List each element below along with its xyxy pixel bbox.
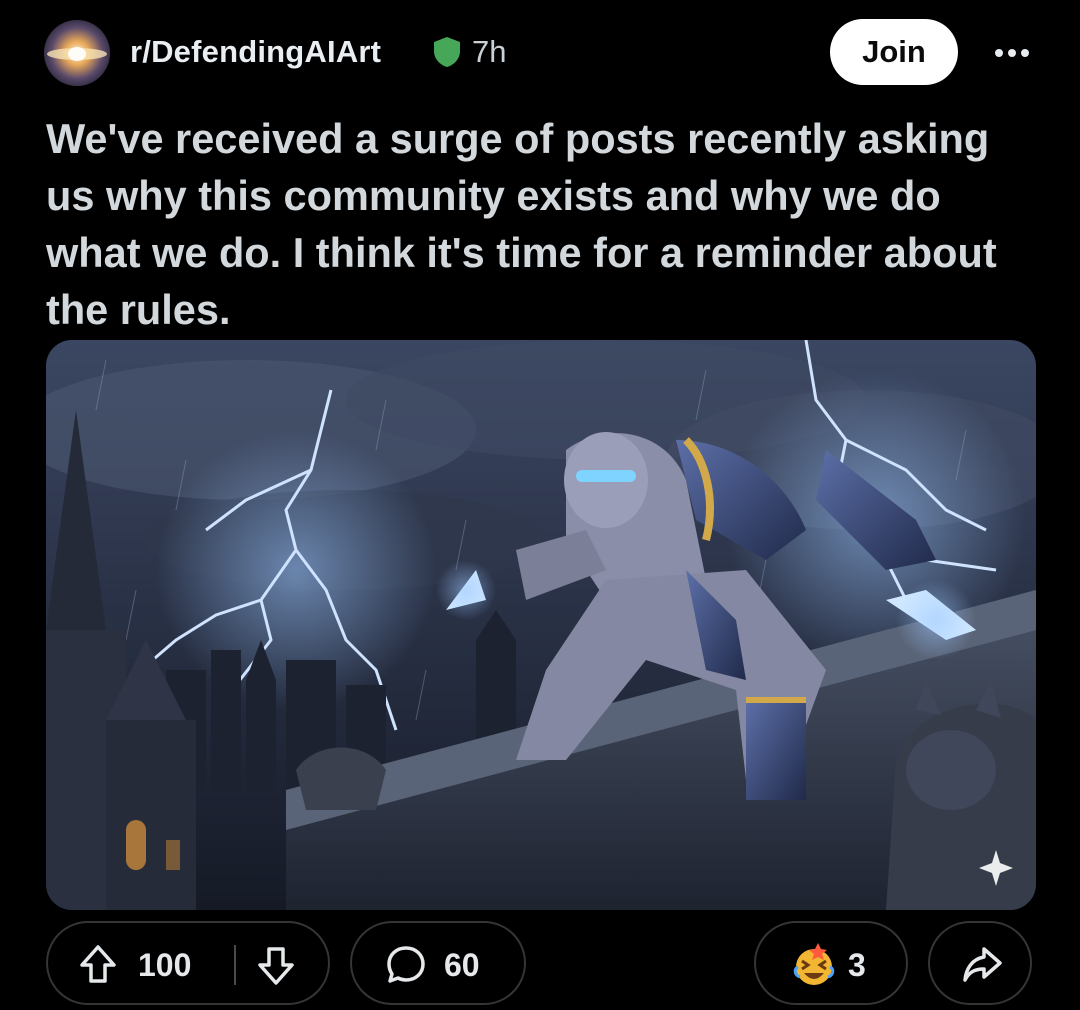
award-button[interactable]: 3 bbox=[754, 921, 908, 1005]
join-button[interactable]: Join bbox=[830, 19, 958, 85]
award-emoji-icon bbox=[788, 939, 840, 996]
more-options-button[interactable] bbox=[985, 30, 1039, 76]
award-count: 3 bbox=[848, 947, 866, 983]
downvote-arrow-icon bbox=[256, 947, 296, 990]
mod-shield-icon bbox=[432, 36, 462, 68]
post-title[interactable]: We've received a surge of posts recently… bbox=[46, 110, 1046, 338]
vote-control: 100 bbox=[46, 921, 330, 1005]
comment-bubble-icon bbox=[384, 943, 428, 992]
vote-divider bbox=[234, 945, 236, 985]
upvote-count: 100 bbox=[138, 947, 192, 983]
post-action-bar: 100 60 3 bbox=[0, 918, 1080, 1010]
share-button[interactable] bbox=[928, 921, 1032, 1005]
post-image[interactable] bbox=[46, 340, 1036, 910]
comment-count: 60 bbox=[444, 947, 480, 983]
share-arrow-icon bbox=[960, 943, 1004, 992]
comments-button[interactable]: 60 bbox=[350, 921, 526, 1005]
downvote-button[interactable] bbox=[256, 943, 296, 990]
post-header: r/DefendingAIArt 7h Join bbox=[0, 0, 1080, 110]
upvote-arrow-icon bbox=[78, 945, 118, 990]
upvote-button[interactable] bbox=[78, 943, 118, 990]
subreddit-avatar[interactable] bbox=[44, 20, 110, 86]
more-horizontal-icon bbox=[985, 49, 1039, 79]
subreddit-name[interactable]: r/DefendingAIArt bbox=[130, 34, 381, 70]
post-time: 7h bbox=[472, 34, 507, 69]
